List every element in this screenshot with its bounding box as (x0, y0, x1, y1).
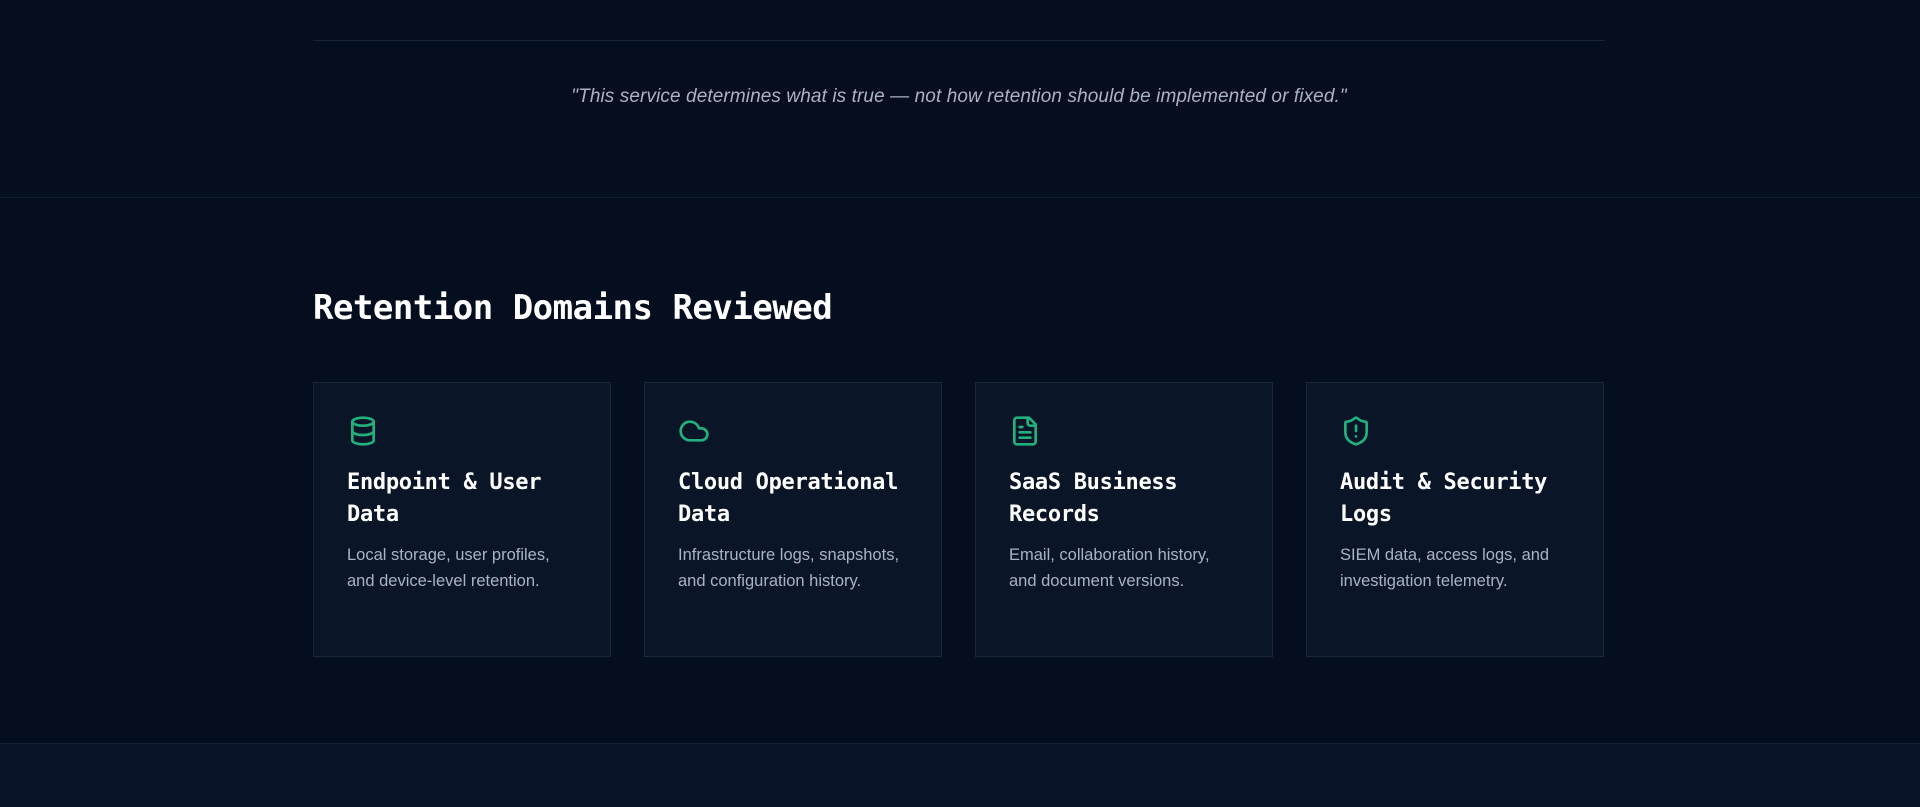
divider (313, 40, 1605, 41)
card-title: Audit & Security Logs (1340, 470, 1548, 527)
cloud-icon (678, 415, 710, 447)
document-icon (1009, 415, 1041, 447)
domain-card-cloud: Cloud Operational Data Infrastructure lo… (644, 382, 942, 657)
card-description: Local storage, user profiles, and device… (347, 546, 550, 590)
page: "This service determines what is true — … (0, 0, 1920, 807)
database-icon (347, 415, 379, 447)
card-title: SaaS Business Records (1009, 470, 1178, 527)
domain-cards: Endpoint & User Data Local storage, user… (313, 382, 1605, 657)
quote-text: "This service determines what is true — … (571, 86, 1347, 107)
section-title: Retention Domains Reviewed (313, 288, 833, 328)
next-section-strip (0, 744, 1920, 807)
domain-card-saas: SaaS Business Records Email, collaborati… (975, 382, 1273, 657)
card-title: Endpoint & User Data (347, 470, 542, 527)
quote-section: "This service determines what is true — … (0, 0, 1920, 198)
card-description: SIEM data, access logs, and investigatio… (1340, 546, 1550, 590)
domain-card-endpoint: Endpoint & User Data Local storage, user… (313, 382, 611, 657)
retention-domains-section: Retention Domains Reviewed Endpoint & Us… (0, 198, 1920, 744)
card-title: Cloud Operational Data (678, 470, 899, 527)
domain-card-audit: Audit & Security Logs SIEM data, access … (1306, 382, 1604, 657)
card-description: Infrastructure logs, snapshots, and conf… (678, 546, 900, 590)
shield-alert-icon (1340, 415, 1372, 447)
card-description: Email, collaboration history, and docume… (1009, 546, 1210, 590)
